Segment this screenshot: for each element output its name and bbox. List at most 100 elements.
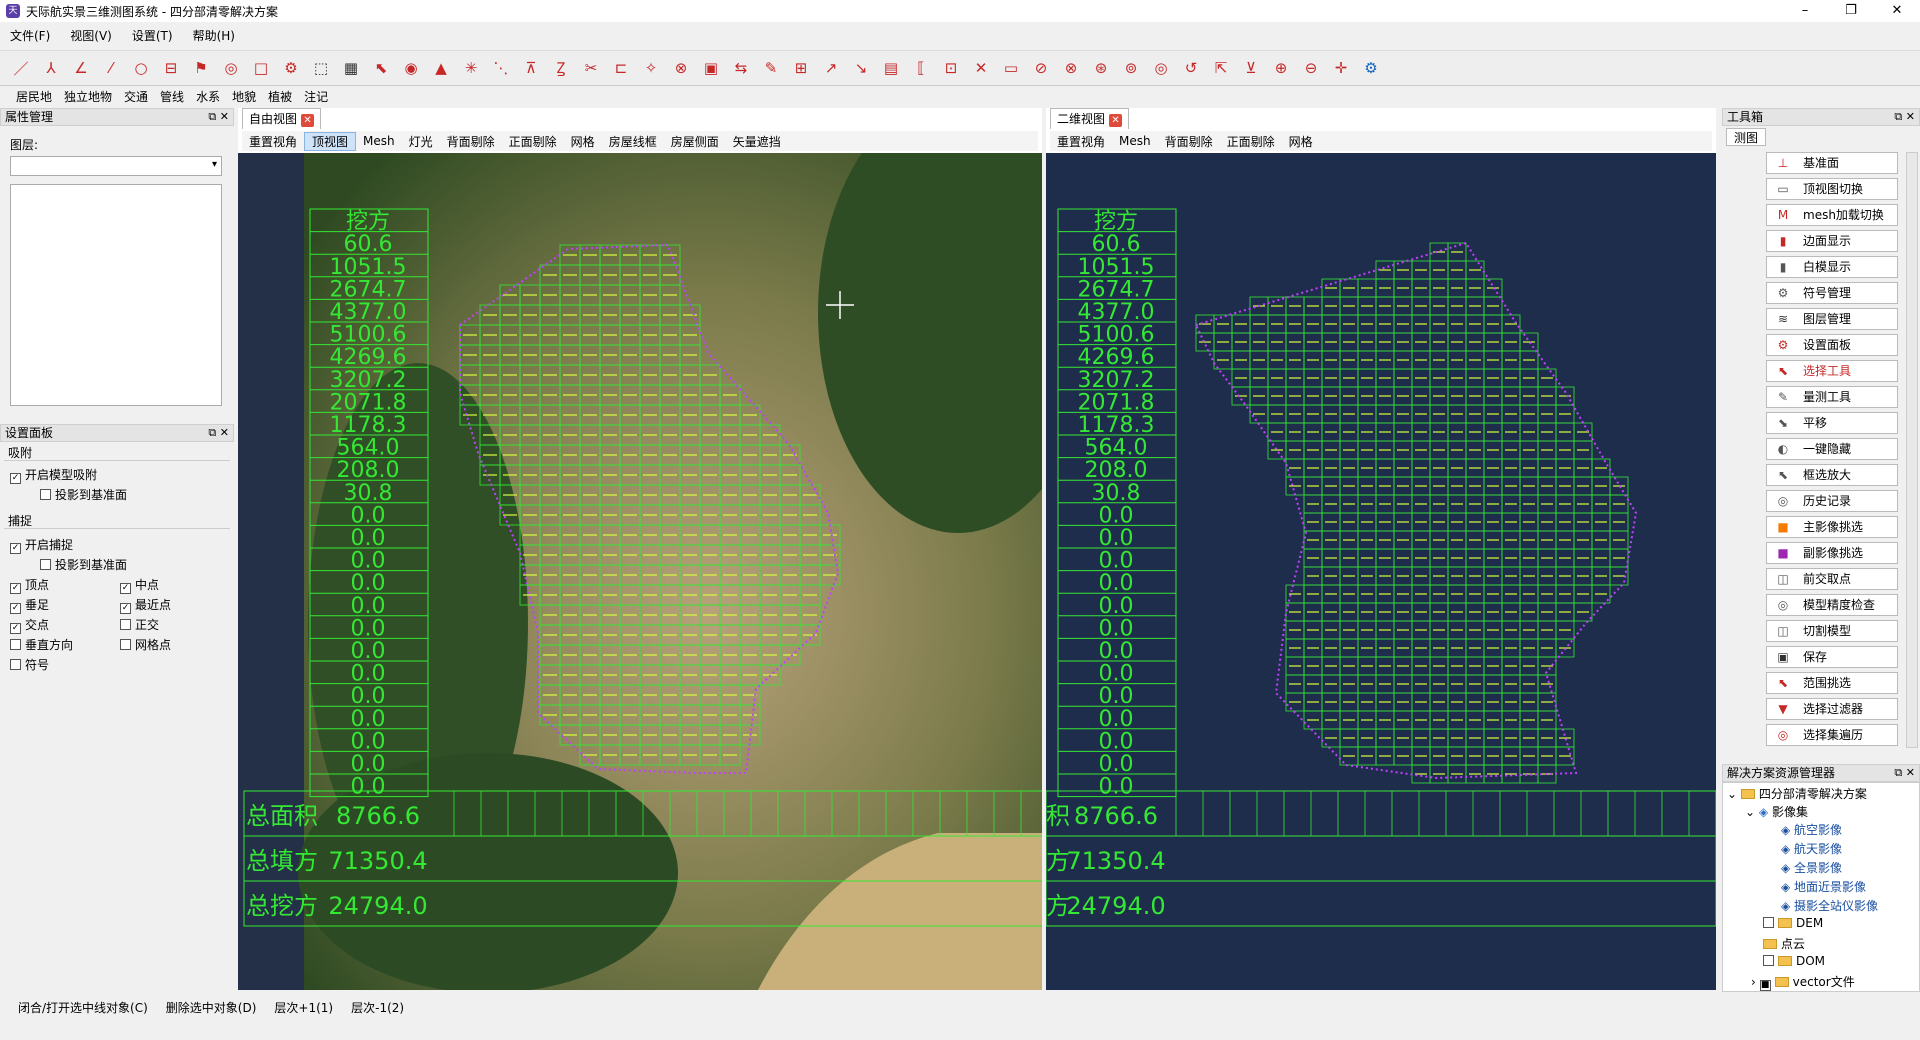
- settings-icon[interactable]: ⚙: [278, 55, 304, 81]
- layer-category-1[interactable]: 独立地物: [58, 88, 118, 105]
- tool-3[interactable]: ▮ 边面显示: [1766, 230, 1898, 252]
- tool-1[interactable]: ▭ 顶视图切换: [1766, 178, 1898, 200]
- tab-2d-view[interactable]: 二维视图 ✕: [1050, 108, 1130, 129]
- tool-7[interactable]: ⚙ 设置面板: [1766, 334, 1898, 356]
- menu-help[interactable]: 帮助(H): [183, 27, 245, 44]
- tool-4[interactable]: ▮ 白模显示: [1766, 256, 1898, 278]
- view2d-button-1[interactable]: Mesh: [1112, 134, 1158, 148]
- add-icon[interactable]: ⊕: [1268, 55, 1294, 81]
- tree-total-station[interactable]: ◈ 摄影全站仪影像: [1781, 897, 1878, 914]
- tree-vector[interactable]: › ■ vector文件: [1751, 973, 1855, 991]
- intersection-checkbox[interactable]: ✓ 交点: [10, 616, 49, 634]
- pointer-icon[interactable]: ⬉: [368, 55, 394, 81]
- select-icon[interactable]: ⬚: [308, 55, 334, 81]
- tool-17[interactable]: ◎ 模型精度检查: [1766, 594, 1898, 616]
- menu-settings[interactable]: 设置(T): [122, 27, 183, 44]
- free_view-button-1[interactable]: 顶视图: [304, 131, 357, 151]
- no-icon[interactable]: ⊘: [1028, 55, 1054, 81]
- tree-space[interactable]: ◈ 航天影像: [1781, 840, 1842, 857]
- midpoint-checkbox[interactable]: ✓ 中点: [120, 576, 159, 594]
- close-button[interactable]: ✕: [1874, 0, 1920, 22]
- cross-circle-icon[interactable]: ⊗: [668, 55, 694, 81]
- view2d-canvas[interactable]: 挖方 60.6 1051.5 2674.7 4377.0 5100.6 4269.6 3207…: [1046, 153, 1716, 990]
- tool-2[interactable]: Mmesh加载切换: [1766, 204, 1898, 226]
- tool-8[interactable]: ⬉ 选择工具: [1766, 360, 1898, 382]
- attribute-list[interactable]: [10, 184, 222, 406]
- layer-category-7[interactable]: 注记: [298, 88, 334, 105]
- panel-close-icon[interactable]: ⧉ ✕: [208, 109, 229, 125]
- frame-icon[interactable]: ▣: [698, 55, 724, 81]
- panel-close-icon[interactable]: ⧉ ✕: [1894, 109, 1915, 125]
- diagonal-icon[interactable]: ⋱: [488, 55, 514, 81]
- tool-20[interactable]: ⬉ 范围挑选: [1766, 672, 1898, 694]
- draw-angle-icon[interactable]: ∠: [68, 55, 94, 81]
- tree-dem[interactable]: DEM: [1763, 916, 1823, 930]
- draw-slash-icon[interactable]: ⁄: [98, 55, 124, 81]
- draw-line-icon[interactable]: ／: [8, 55, 34, 81]
- pan-icon[interactable]: ✛: [1328, 55, 1354, 81]
- tool-13[interactable]: ◎ 历史记录: [1766, 490, 1898, 512]
- perpendicular-checkbox[interactable]: 垂直方向: [10, 636, 73, 653]
- tree-dom[interactable]: DOM: [1763, 954, 1825, 968]
- view2d-button-3[interactable]: 正面剔除: [1220, 133, 1282, 150]
- merge-icon[interactable]: ⊼: [518, 55, 544, 81]
- cross-icon[interactable]: ✕: [968, 55, 994, 81]
- flag-icon[interactable]: ⚑: [188, 55, 214, 81]
- view2d-button-2[interactable]: 背面剔除: [1158, 133, 1220, 150]
- select-arrow-icon[interactable]: ⇱: [1208, 55, 1234, 81]
- tree-panorama[interactable]: ◈ 全景影像: [1781, 859, 1842, 876]
- free_view-button-4[interactable]: 背面剔除: [440, 133, 502, 150]
- orthogonal-checkbox[interactable]: 正交: [120, 616, 159, 633]
- layer-category-6[interactable]: 植被: [262, 88, 298, 105]
- save-icon[interactable]: ▭: [998, 55, 1024, 81]
- tool-15[interactable]: ■ 副影像挑选: [1766, 542, 1898, 564]
- tool-5[interactable]: ⚙ 符号管理: [1766, 282, 1898, 304]
- tool-22[interactable]: ◎ 选择集遍历: [1766, 724, 1898, 746]
- menu-file[interactable]: 文件(F): [0, 27, 60, 44]
- undo-icon[interactable]: ↺: [1178, 55, 1204, 81]
- free_view-button-2[interactable]: Mesh: [356, 134, 402, 148]
- adsorb-enable-checkbox[interactable]: ✓ 开启模型吸附: [10, 466, 97, 484]
- sparkle-icon[interactable]: ✧: [638, 55, 664, 81]
- rectangle-icon[interactable]: □: [248, 55, 274, 81]
- nearest-checkbox[interactable]: ✓ 最近点: [120, 596, 171, 614]
- capture-project-checkbox[interactable]: 投影到基准面: [40, 556, 127, 573]
- free-view-canvas[interactable]: 挖方 60.6 1051.5 2674.7 4377.0 5100.6 4269.6 3207…: [238, 153, 1042, 990]
- adsorb-project-checkbox[interactable]: 投影到基准面: [40, 486, 127, 503]
- free_view-button-7[interactable]: 房屋线框: [602, 133, 664, 150]
- tab-mapping[interactable]: 测图: [1726, 128, 1766, 146]
- tool-6[interactable]: ≋ 图层管理: [1766, 308, 1898, 330]
- minimize-button[interactable]: –: [1782, 0, 1828, 22]
- layer-category-3[interactable]: 管线: [154, 88, 190, 105]
- swap-icon[interactable]: ⇆: [728, 55, 754, 81]
- target-icon[interactable]: ◎: [218, 55, 244, 81]
- layer-category-5[interactable]: 地貌: [226, 88, 262, 105]
- box-icon[interactable]: ⊡: [938, 55, 964, 81]
- layer-category-4[interactable]: 水系: [190, 88, 226, 105]
- draw-point-icon[interactable]: ⅄: [38, 55, 64, 81]
- tool-11[interactable]: ◐ 一键隐藏: [1766, 438, 1898, 460]
- mesh-icon[interactable]: ▦: [338, 55, 364, 81]
- free_view-button-5[interactable]: 正面剔除: [502, 133, 564, 150]
- arrow-up-icon[interactable]: ↗: [818, 55, 844, 81]
- tree-ground[interactable]: ◈ 地面近景影像: [1781, 878, 1866, 895]
- maximize-button[interactable]: ❐: [1828, 0, 1874, 22]
- curve-icon[interactable]: Ꙁ: [548, 55, 574, 81]
- remove-icon[interactable]: ⊖: [1298, 55, 1324, 81]
- view2d-button-4[interactable]: 网格: [1282, 133, 1320, 150]
- tool-0[interactable]: ⊥ 基准面: [1766, 152, 1898, 174]
- layer-category-0[interactable]: 居民地: [10, 88, 58, 105]
- free_view-button-9[interactable]: 矢量遮挡: [726, 133, 788, 150]
- tree-root[interactable]: ⌄ 四分部清零解决方案: [1727, 785, 1867, 802]
- list-icon[interactable]: ▤: [878, 55, 904, 81]
- free_view-button-6[interactable]: 网格: [564, 133, 602, 150]
- free_view-button-3[interactable]: 灯光: [402, 133, 440, 150]
- free_view-button-0[interactable]: 重置视角: [242, 133, 304, 150]
- grid-icon[interactable]: ⊞: [788, 55, 814, 81]
- panel-close-icon[interactable]: ⧉ ✕: [208, 425, 229, 441]
- draw-circle-icon[interactable]: ○: [128, 55, 154, 81]
- tree-pointcloud[interactable]: 点云: [1763, 935, 1805, 952]
- ring-icon[interactable]: ◉: [398, 55, 424, 81]
- tool-9[interactable]: ✎ 量测工具: [1766, 386, 1898, 408]
- bracket-pair-icon[interactable]: ⟦: [908, 55, 934, 81]
